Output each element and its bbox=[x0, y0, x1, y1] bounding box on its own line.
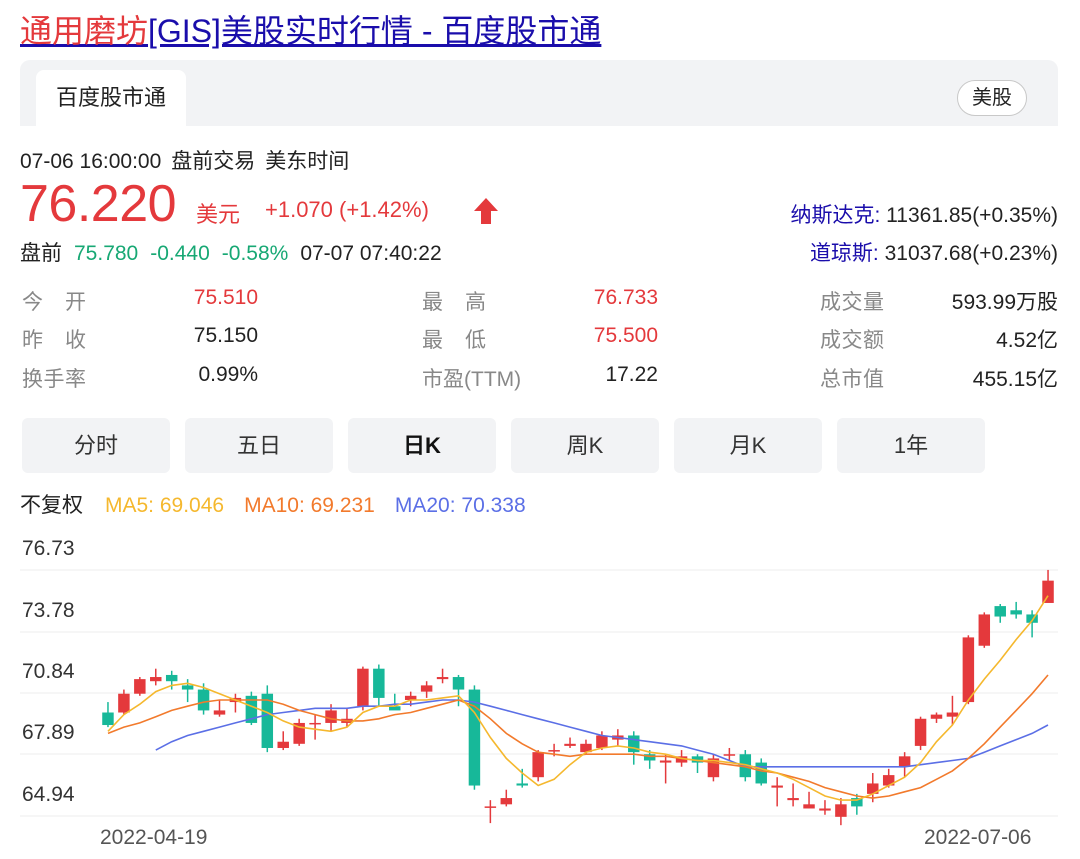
y-tick-label: 67.89 bbox=[22, 721, 75, 744]
kline-chart[interactable] bbox=[0, 0, 1080, 859]
candle-body bbox=[803, 804, 815, 809]
candle-body bbox=[500, 798, 513, 805]
x-end-label: 2022-07-06 bbox=[924, 826, 1032, 849]
candle-body bbox=[723, 754, 736, 756]
candle-body bbox=[914, 718, 927, 746]
candle-body bbox=[548, 750, 560, 752]
candle-body bbox=[309, 722, 321, 725]
y-tick-label: 64.94 bbox=[22, 783, 75, 806]
candle-body bbox=[962, 637, 975, 703]
candle-body bbox=[357, 668, 369, 707]
candle-body bbox=[564, 743, 576, 746]
candle-body bbox=[1010, 610, 1022, 615]
candle-body bbox=[819, 808, 831, 811]
y-tick-label: 76.73 bbox=[22, 537, 75, 560]
x-start-label: 2022-04-19 bbox=[100, 826, 208, 849]
candle-body bbox=[978, 614, 991, 646]
candle-body bbox=[181, 685, 194, 690]
candle-body bbox=[755, 762, 767, 784]
candle-body bbox=[787, 798, 799, 801]
candle-body bbox=[150, 677, 162, 682]
candle-body bbox=[771, 785, 783, 788]
candle-body bbox=[1042, 580, 1054, 603]
candle-body bbox=[946, 712, 959, 717]
candle-body bbox=[994, 606, 1006, 617]
candle-body bbox=[373, 668, 385, 698]
candle-body bbox=[325, 710, 337, 723]
y-tick-label: 73.78 bbox=[22, 599, 75, 622]
candle-body bbox=[835, 804, 847, 817]
candle-body bbox=[165, 674, 178, 682]
candle-body bbox=[420, 685, 433, 692]
candle-body bbox=[102, 712, 114, 726]
candle-body bbox=[484, 806, 497, 808]
candle-body bbox=[436, 677, 449, 680]
candle-body bbox=[452, 677, 465, 690]
candle-body bbox=[277, 741, 289, 748]
candle-body bbox=[134, 679, 146, 694]
candle-body bbox=[118, 693, 130, 713]
candle-body bbox=[930, 714, 943, 719]
candle-body bbox=[659, 760, 672, 763]
candle-body bbox=[516, 783, 528, 786]
candle-body bbox=[213, 710, 226, 715]
candle-body bbox=[898, 756, 911, 767]
candle-body bbox=[596, 735, 608, 748]
y-tick-label: 70.84 bbox=[22, 660, 75, 683]
candle-body bbox=[197, 689, 210, 711]
candle-body bbox=[532, 752, 544, 778]
